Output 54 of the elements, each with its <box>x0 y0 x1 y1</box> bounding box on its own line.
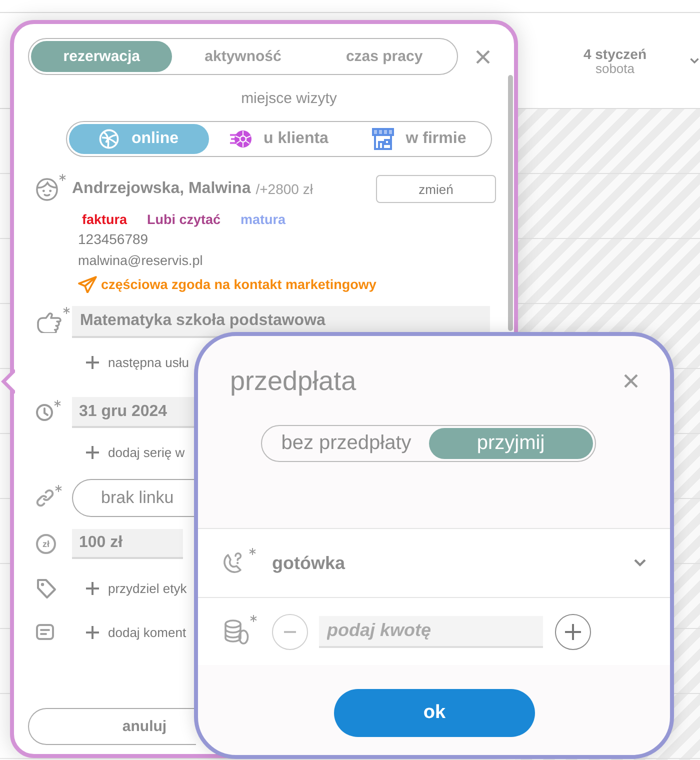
client-phone: 123456789 <box>78 230 148 248</box>
paper-plane-icon <box>78 276 97 292</box>
client-balance: /+2800 zł <box>256 181 313 197</box>
marketing-consent-text: częściowa zgoda na kontakt marketingowy <box>101 276 376 292</box>
dialog-title: przedpłata <box>230 366 356 396</box>
tab[interactable]: rezerwacja <box>31 41 172 72</box>
date-field[interactable]: 31 gru 2024 <box>72 397 194 428</box>
ok-button[interactable]: ok <box>334 689 535 737</box>
prepayment-option[interactable]: bez przedpłaty <box>264 428 428 459</box>
day-weekday: sobota <box>595 62 635 74</box>
client-email: malwina@reservis.pl <box>78 252 203 270</box>
add-comment-link[interactable]: dodaj koment <box>86 624 186 640</box>
visit-place-option[interactable]: online <box>69 124 209 154</box>
chevron-down-icon <box>634 559 646 567</box>
day-date: 4 styczeń <box>583 46 647 62</box>
clock-icon <box>36 404 53 421</box>
add-series-link[interactable]: dodaj serię w <box>86 444 185 460</box>
plus-icon <box>86 356 99 368</box>
ball-icon <box>230 130 252 148</box>
decrease-button[interactable] <box>272 614 308 650</box>
client-name: Andrzejowska, Malwina <box>72 180 251 198</box>
visit-place-label: miejsce wizyty <box>241 89 337 109</box>
chevron-down-icon[interactable] <box>690 56 699 64</box>
comment-icon <box>36 624 54 640</box>
tab[interactable]: czas pracy <box>314 41 455 72</box>
change-client-button[interactable]: zmień <box>376 175 496 203</box>
person-icon <box>36 178 58 200</box>
scrollbar-thumb[interactable] <box>508 75 513 331</box>
hand-icon <box>36 311 62 333</box>
price-field[interactable]: 100 zł <box>72 529 183 559</box>
tab[interactable]: aktywność <box>172 41 314 72</box>
tag-icon <box>36 578 57 598</box>
close-icon[interactable] <box>476 50 490 64</box>
client-tag: Lubi czytać <box>147 212 221 226</box>
client-tag: faktura <box>82 212 128 226</box>
store-icon <box>372 128 394 150</box>
plus-icon <box>86 626 99 638</box>
globe-icon <box>99 129 120 149</box>
assign-label-link[interactable]: przydziel etyk <box>86 580 187 596</box>
client-tag: matura <box>240 212 286 226</box>
add-service-link[interactable]: następna usłu <box>86 354 189 370</box>
plus-icon <box>86 582 99 594</box>
increase-button[interactable] <box>555 614 591 650</box>
cancel-button[interactable]: anuluj <box>28 708 196 745</box>
plus-icon <box>565 624 581 640</box>
visit-place-option[interactable]: u klienta <box>209 124 349 154</box>
coins-icon <box>224 618 249 644</box>
currency-icon: zł <box>36 534 56 554</box>
visit-place-option[interactable]: w firmie <box>349 124 489 154</box>
link-icon <box>36 489 54 507</box>
prepayment-option[interactable]: przyjmij <box>428 428 593 459</box>
close-icon[interactable] <box>624 374 638 388</box>
minus-icon <box>284 630 296 632</box>
plus-icon <box>86 446 99 458</box>
